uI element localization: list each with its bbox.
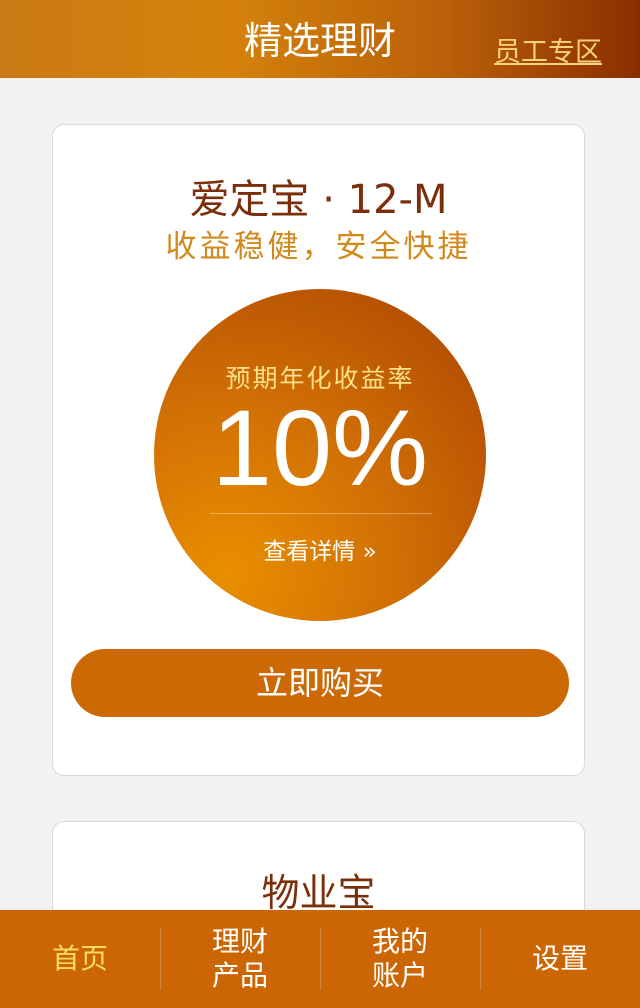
nav-item-label: 首页	[51, 942, 108, 975]
nav-item-label: 我的账户	[371, 925, 428, 992]
nav-item-home[interactable]: 首页	[0, 910, 160, 1008]
nav-item-products[interactable]: 理财产品	[160, 910, 320, 1008]
bottom-nav: 首页 理财产品 我的账户 设置	[0, 910, 640, 1008]
product-name: 爱定宝 · 12-M	[189, 177, 448, 223]
rate-value: 10%	[211, 387, 429, 508]
nav-item-label: 设置	[531, 942, 588, 975]
view-details-link[interactable]: 查看详情 »	[154, 532, 486, 566]
product-name: 物业宝	[261, 871, 376, 915]
header-bar: 精选理财 员工专区	[0, 0, 640, 78]
product-slogan: 收益稳健，安全快捷	[165, 229, 472, 265]
nav-item-account[interactable]: 我的账户	[320, 910, 480, 1008]
nav-item-settings[interactable]: 设置	[480, 910, 640, 1008]
buy-now-button[interactable]: 立即购买	[71, 649, 569, 717]
staff-zone-link[interactable]: 员工专区	[494, 30, 602, 69]
nav-item-label: 理财产品	[211, 925, 268, 992]
product-card: 爱定宝 · 12-M 收益稳健，安全快捷 预期年化收益率 10% 查看详情 » …	[52, 124, 585, 776]
rate-divider	[210, 513, 432, 514]
rate-circle[interactable]: 预期年化收益率 10% 查看详情 »	[154, 289, 486, 621]
